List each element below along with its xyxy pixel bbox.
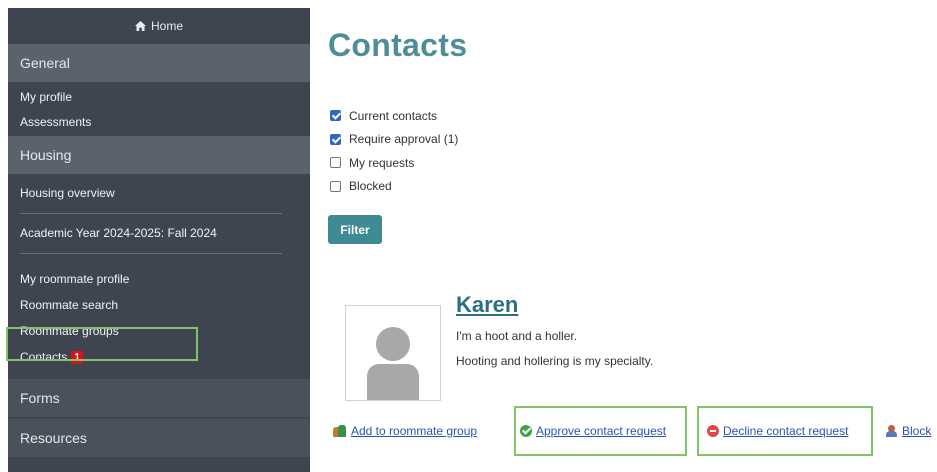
filter-list: Current contacts Require approval (1) My…: [330, 104, 458, 198]
sidebar-item-roommate-profile[interactable]: My roommate profile: [8, 266, 310, 292]
filter-blocked[interactable]: Blocked: [330, 175, 458, 199]
block-link[interactable]: Block: [902, 424, 931, 438]
sidebar-item-my-profile[interactable]: My profile: [8, 91, 310, 104]
home-link[interactable]: Home: [8, 8, 310, 44]
highlight-approve: [514, 406, 687, 456]
highlight-decline: [697, 406, 873, 456]
checkbox-checked[interactable]: [330, 110, 341, 122]
filter-require-approval[interactable]: Require approval (1): [330, 128, 458, 152]
checkbox-unchecked[interactable]: [330, 157, 341, 169]
page-title: Contacts: [328, 27, 468, 63]
contact-bio-line: I'm a hoot and a holler.: [456, 329, 578, 343]
sidebar-item-assessments[interactable]: Assessments: [8, 116, 310, 129]
main-content: Contacts Current contacts Require approv…: [328, 0, 937, 472]
home-label: Home: [150, 19, 183, 33]
filter-my-requests[interactable]: My requests: [330, 151, 458, 175]
sidebar-item-housing-overview[interactable]: Housing overview: [8, 187, 115, 200]
checkbox-unchecked[interactable]: [330, 180, 341, 192]
home-icon: [134, 21, 146, 31]
filter-label: Current contacts: [349, 108, 438, 123]
sidebar: Home General My profile Assessments Hous…: [8, 8, 310, 472]
filter-current-contacts[interactable]: Current contacts: [330, 104, 458, 128]
block-user-icon: [886, 425, 898, 437]
highlight-contacts: [6, 327, 198, 361]
section-housing[interactable]: Housing: [8, 136, 310, 174]
section-resources[interactable]: Resources: [8, 419, 310, 457]
contact-name-link[interactable]: Karen: [456, 292, 518, 318]
filter-label: Blocked: [349, 179, 392, 194]
contact-bio-line: Hooting and hollering is my specialty.: [456, 354, 654, 368]
avatar-placeholder-icon: [376, 327, 410, 361]
sidebar-item-roommate-search[interactable]: Roommate search: [8, 292, 310, 318]
block-action[interactable]: Block: [886, 424, 931, 438]
section-general[interactable]: General: [8, 44, 310, 82]
group-icon: [333, 425, 347, 437]
section-forms[interactable]: Forms: [8, 379, 310, 417]
avatar: [345, 305, 441, 401]
filter-button[interactable]: Filter: [328, 215, 382, 244]
add-to-group-link[interactable]: Add to roommate group: [351, 424, 477, 438]
filter-label: Require approval (1): [349, 132, 459, 147]
filter-label: My requests: [349, 155, 415, 170]
add-to-group-action[interactable]: Add to roommate group: [333, 424, 477, 438]
sidebar-item-academic-year[interactable]: Academic Year 2024-2025: Fall 2024: [8, 227, 217, 240]
checkbox-checked[interactable]: [330, 133, 341, 145]
